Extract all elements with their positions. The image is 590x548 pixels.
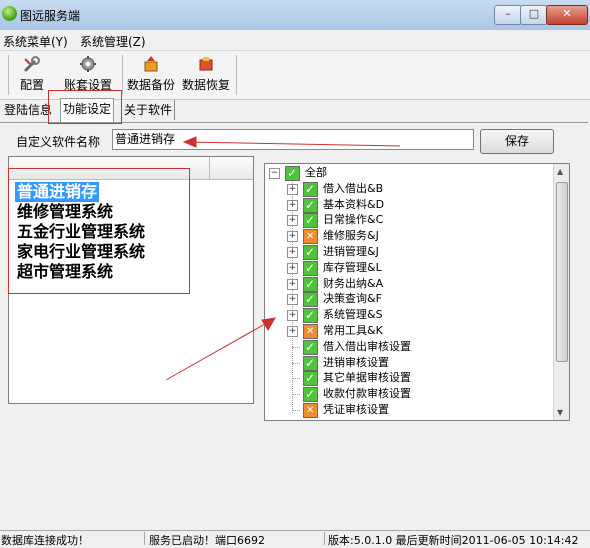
status-db: 数据库连接成功！: [1, 534, 89, 547]
status-service: 服务已启动！端口6692: [149, 534, 265, 547]
arrow-head: [261, 317, 276, 331]
status-divider: [324, 532, 325, 545]
arrow-to-tree: [165, 319, 273, 381]
annotation-arrows: [165, 136, 401, 381]
status-bar: 数据库连接成功！ 服务已启动！端口6692 版本:5.0.1.0 最后更新时间2…: [0, 530, 590, 547]
arrow-to-name-input: [185, 141, 401, 147]
status-divider: [144, 532, 145, 545]
status-version: 版本:5.0.1.0 最后更新时间2011-06-05 10:14:42: [328, 534, 579, 547]
arrow-head: [182, 136, 197, 148]
